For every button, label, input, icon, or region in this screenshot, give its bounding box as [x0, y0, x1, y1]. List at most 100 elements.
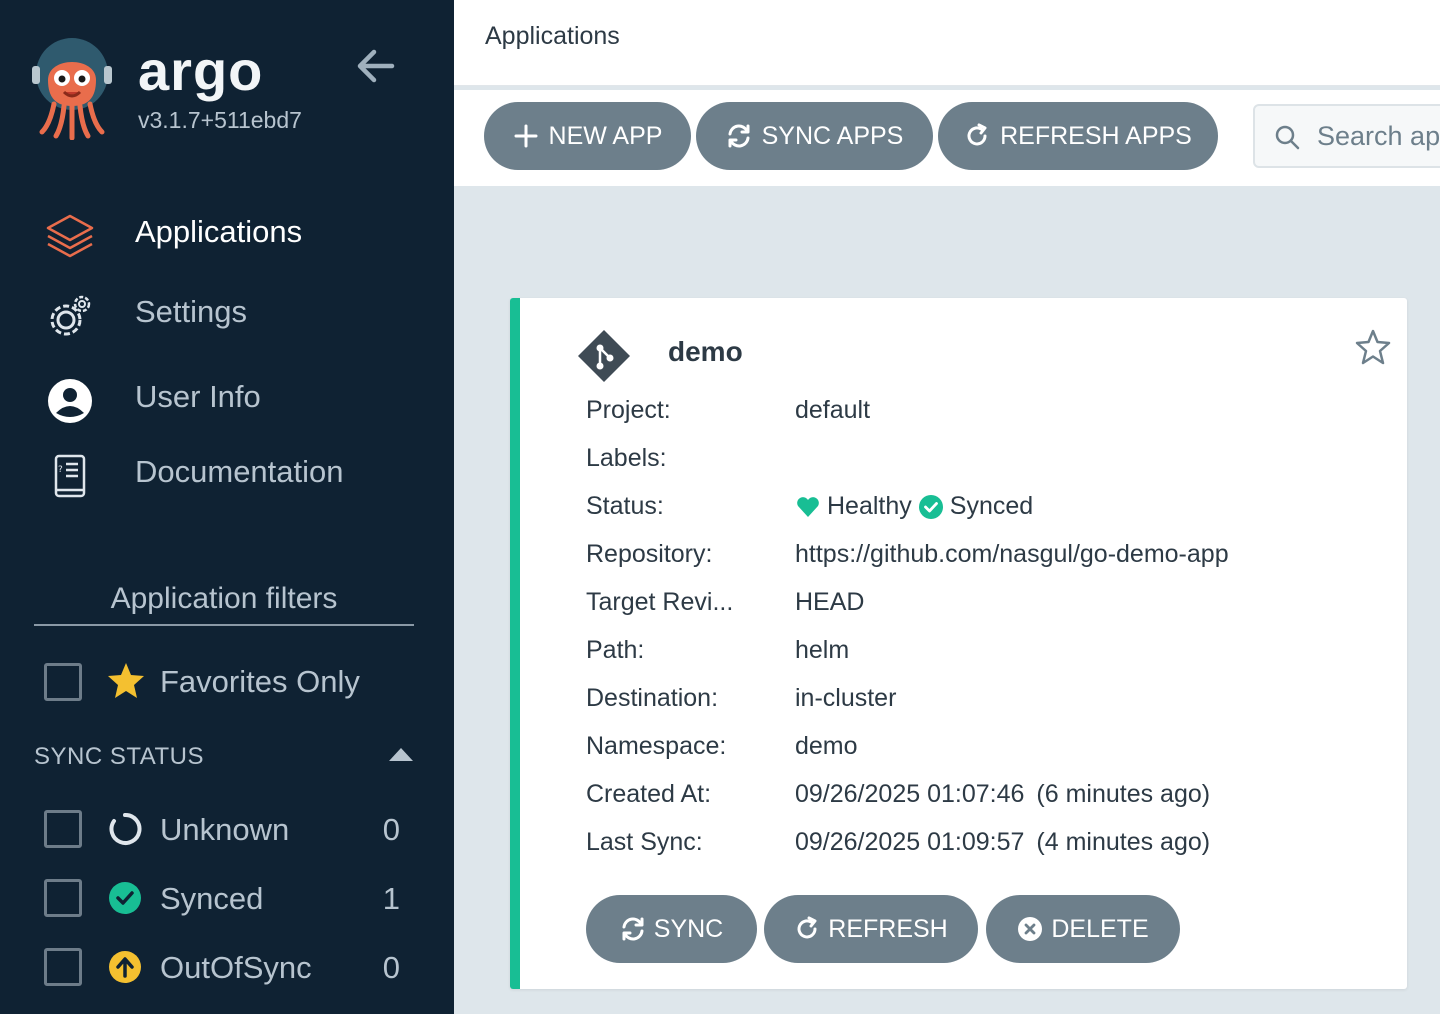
- sidebar-item-label: Settings: [135, 294, 248, 329]
- sync-label: SYNC: [653, 914, 724, 943]
- repository-link[interactable]: https://github.com/nasgul/go-demo-app: [795, 540, 1229, 569]
- sync-status-filter-unknown[interactable]: Unknown 0: [44, 808, 424, 852]
- collapse-sidebar-arrow-icon[interactable]: [354, 46, 396, 86]
- favorites-only-filter[interactable]: Favorites Only: [44, 660, 424, 704]
- sidebar-item-documentation[interactable]: ? Documentation: [0, 436, 454, 506]
- created-at-relative: (6 minutes ago): [1036, 780, 1211, 808]
- field-project: Project: default: [586, 396, 1386, 432]
- star-icon: [108, 663, 144, 698]
- svg-text:?: ?: [58, 465, 63, 475]
- field-label: Status:: [586, 492, 664, 520]
- status-count: 0: [382, 950, 400, 985]
- search-icon: [1275, 125, 1300, 150]
- sync-status-filter-synced[interactable]: Synced 1: [44, 877, 424, 921]
- created-at-time: 09/26/2025 01:07:46: [795, 780, 1025, 808]
- status-value: Healthy Synced: [795, 492, 1033, 521]
- circle-notch-icon: [109, 812, 142, 845]
- sidebar-item-applications[interactable]: Applications: [0, 196, 454, 266]
- sidebar-item-label: Applications: [135, 214, 303, 249]
- page-title: Applications: [485, 22, 620, 50]
- heart-icon: [797, 496, 819, 517]
- refresh-icon: [797, 916, 817, 939]
- search-input[interactable]: [1317, 116, 1440, 156]
- status-count: 1: [382, 881, 400, 916]
- field-label: Target Revi...: [586, 588, 734, 616]
- favorites-only-label: Favorites Only: [160, 664, 360, 699]
- field-repository: Repository: https://github.com/nasgul/go…: [586, 540, 1386, 576]
- field-value: 09/26/2025 01:07:46 (6 minutes ago): [795, 780, 1210, 809]
- docs-icon: ?: [54, 454, 86, 498]
- sidebar-item-label: User Info: [135, 379, 261, 414]
- field-created-at: Created At: 09/26/2025 01:07:46 (6 minute…: [586, 780, 1386, 816]
- sync-apps-label: SYNC APPS: [761, 121, 904, 150]
- status-count: 0: [382, 812, 400, 847]
- field-label: Namespace:: [586, 732, 727, 760]
- sidebar-item-settings[interactable]: Settings: [0, 276, 454, 346]
- git-icon: [578, 330, 630, 382]
- app-card-demo[interactable]: demo Project: default Labels: Status: He…: [510, 298, 1407, 989]
- field-value: in-cluster: [795, 684, 897, 712]
- field-last-sync: Last Sync: 09/26/2025 01:09:57 (4 minutes…: [586, 828, 1386, 864]
- synced-checkbox[interactable]: [44, 879, 82, 917]
- field-namespace: Namespace: demo: [586, 732, 1386, 768]
- favorites-only-checkbox[interactable]: [44, 663, 82, 701]
- field-label: Path:: [586, 636, 645, 664]
- sidebar-item-label: Documentation: [135, 454, 344, 489]
- delete-label: DELETE: [1051, 914, 1149, 943]
- sync-status: Synced: [949, 492, 1034, 520]
- status-label: Unknown: [160, 812, 290, 847]
- delete-button[interactable]: DELETE: [986, 895, 1180, 963]
- refresh-label: REFRESH: [828, 914, 948, 943]
- top-bar: Applications: [454, 0, 1440, 86]
- app-name[interactable]: demo: [668, 336, 743, 368]
- field-label: Project:: [586, 396, 671, 424]
- field-label: Destination:: [586, 684, 719, 712]
- outofsync-checkbox[interactable]: [44, 948, 82, 986]
- arrow-up-circle-icon: [109, 951, 141, 983]
- refresh-icon: [967, 123, 987, 146]
- sidebar: argo v3.1.7+511ebd7 Applications Setting…: [0, 0, 454, 1014]
- field-value: helm: [795, 636, 850, 664]
- user-icon: [48, 379, 92, 423]
- search-box[interactable]: [1253, 104, 1440, 168]
- sync-icon: [728, 124, 750, 148]
- field-destination: Destination: in-cluster: [586, 684, 1386, 720]
- field-value: HEAD: [795, 588, 865, 616]
- sync-icon: [622, 917, 644, 941]
- sync-status-filter-outofsync[interactable]: OutOfSync 0: [44, 946, 424, 990]
- check-circle-icon: [109, 882, 141, 914]
- field-value: 09/26/2025 01:09:57 (4 minutes ago): [795, 828, 1210, 857]
- field-path: Path: helm: [586, 636, 1386, 672]
- field-labels: Labels:: [586, 444, 1386, 480]
- new-app-label: NEW APP: [548, 121, 663, 150]
- caret-up-icon[interactable]: [388, 746, 414, 762]
- sync-status-header[interactable]: SYNC STATUS: [34, 740, 414, 774]
- sidebar-item-user-info[interactable]: User Info: [0, 361, 454, 431]
- unknown-checkbox[interactable]: [44, 810, 82, 848]
- brand-name: argo: [138, 39, 264, 102]
- last-sync-time: 09/26/2025 01:09:57: [795, 828, 1025, 856]
- field-target-revision: Target Revi... HEAD: [586, 588, 1386, 624]
- new-app-button[interactable]: NEW APP: [484, 102, 691, 170]
- star-outline-icon[interactable]: [1354, 328, 1392, 366]
- sync-button[interactable]: SYNC: [586, 895, 757, 963]
- argo-logo-icon[interactable]: [32, 36, 112, 140]
- field-label: Created At:: [586, 780, 712, 808]
- status-label: Synced: [160, 881, 264, 916]
- field-label: Last Sync:: [586, 828, 703, 856]
- plus-icon: [514, 124, 538, 148]
- refresh-apps-button[interactable]: REFRESH APPS: [938, 102, 1218, 170]
- field-label: Labels:: [586, 444, 667, 472]
- sync-apps-button[interactable]: SYNC APPS: [696, 102, 933, 170]
- refresh-apps-label: REFRESH APPS: [1000, 121, 1192, 150]
- application-filters-title: Application filters: [34, 582, 414, 626]
- field-status: Status: Healthy Synced: [586, 492, 1386, 528]
- field-value: demo: [795, 732, 858, 760]
- health-status: Healthy: [827, 492, 912, 520]
- refresh-button[interactable]: REFRESH: [764, 895, 978, 963]
- gear-icon: [50, 295, 91, 336]
- field-value: default: [795, 396, 871, 424]
- check-circle-icon: [918, 494, 943, 519]
- last-sync-relative: (4 minutes ago): [1036, 828, 1211, 856]
- toolbar: NEW APP SYNC APPS REFRESH APPS: [454, 90, 1440, 186]
